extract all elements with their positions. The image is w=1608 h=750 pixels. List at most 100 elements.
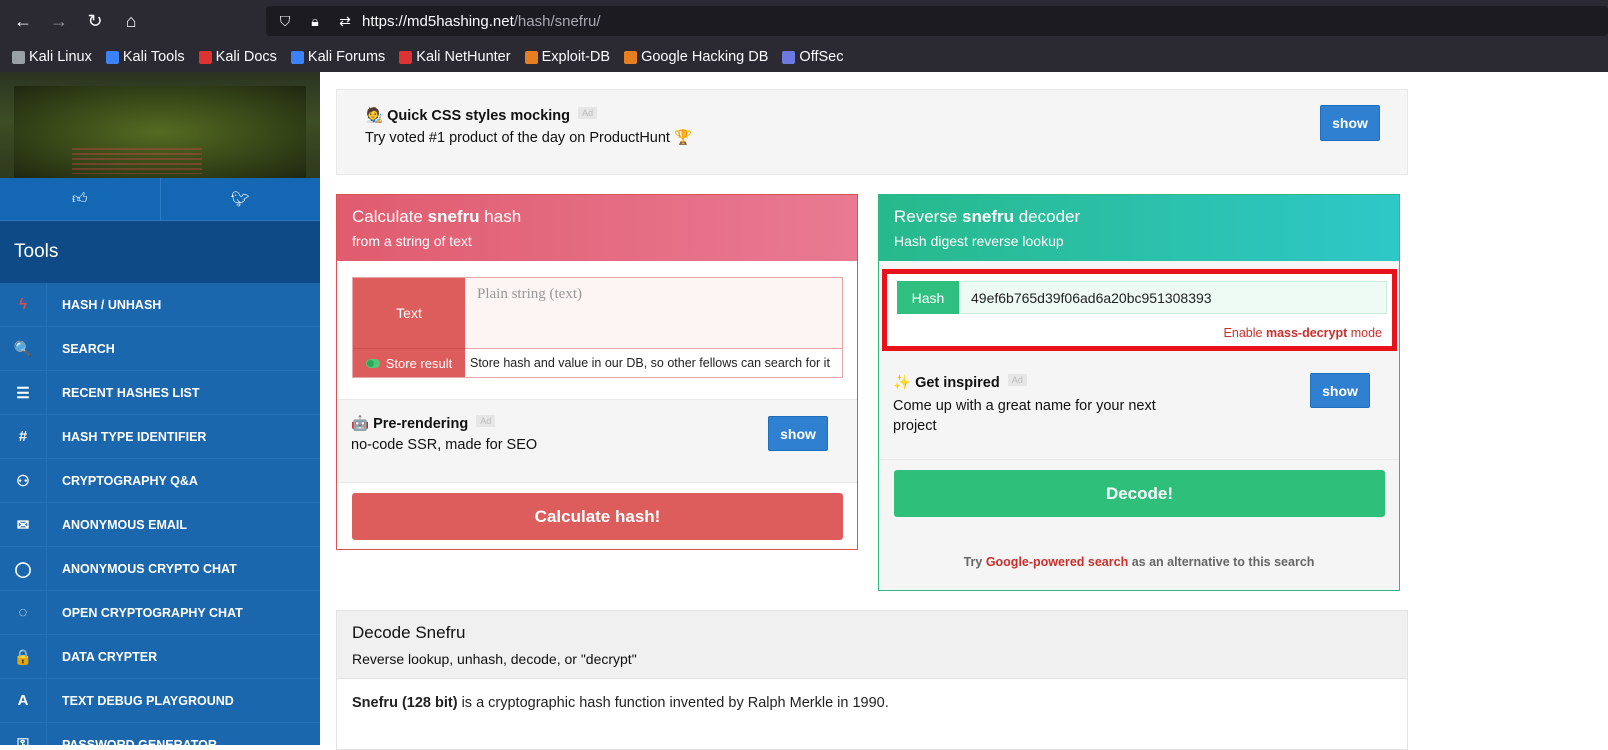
permissions-icon: ⇄ <box>339 12 351 29</box>
google-search-link[interactable]: Google-powered search <box>986 555 1128 569</box>
bookmark-favicon-icon <box>290 50 304 64</box>
sidebar-item-hash-unhash[interactable]: ϟ HASH / UNHASH <box>0 282 320 327</box>
hash-icon: # <box>0 414 47 459</box>
like-icon[interactable]: 👍︎ <box>0 178 161 220</box>
sidebar-item-label: ANONYMOUS EMAIL <box>62 517 187 532</box>
calculate-hash-card: Calculate snefru hash from a string of t… <box>336 194 858 550</box>
pre-rendering-ad-title: 🤖 Pre-rendering Ad <box>351 415 496 432</box>
top-ad-banner: 🧑‍🎨 Quick CSS styles mocking Ad Try vote… <box>336 89 1408 175</box>
sidebar-item-text-debug-playground[interactable]: A TEXT DEBUG PLAYGROUND <box>0 678 320 723</box>
sidebar-item-label: PASSWORD GENERATOR <box>62 737 217 746</box>
sidebar-item-label: CRYPTOGRAPHY Q&A <box>62 473 198 488</box>
ad-title-text: Quick CSS styles mocking <box>387 108 571 124</box>
qa-icon: ⚇ <box>0 458 47 503</box>
chat-bubbles-icon: ◌ <box>0 590 47 635</box>
ad-emoji: 🧑‍🎨 <box>365 108 384 124</box>
bookmark-kali-docs[interactable]: Kali Docs <box>198 49 277 65</box>
envelope-icon: ✉ <box>0 502 47 547</box>
bookmark-offsec[interactable]: OffSec <box>782 49 843 65</box>
bookmark-favicon-icon <box>624 50 638 64</box>
main-content: 🧑‍🎨 Quick CSS styles mocking Ad Try vote… <box>320 72 1608 750</box>
toggle-switch-icon[interactable] <box>365 358 380 368</box>
social-bar: 👍︎ 🐦︎ <box>0 178 320 221</box>
alternative-search-text: Try Google-powered search as an alternat… <box>963 555 1315 569</box>
sidebar-item-anonymous-crypto-chat[interactable]: ◯ ANONYMOUS CRYPTO CHAT <box>0 546 320 591</box>
get-inspired-ad-title: ✨ Get inspired Ad <box>893 374 1027 391</box>
twitter-icon[interactable]: 🐦︎ <box>161 178 321 220</box>
decode-info-section: Decode Snefru Reverse lookup, unhash, de… <box>336 610 1408 750</box>
bookmark-favicon-icon <box>105 50 119 64</box>
ad-title: 🧑‍🎨 Quick CSS styles mocking Ad <box>365 107 598 124</box>
lock-icon: 🔒︎ <box>311 12 319 29</box>
calculate-card-header: Calculate snefru hash from a string of t… <box>337 195 857 261</box>
text-input-group: Text Plain string (text) Store result St… <box>352 277 843 378</box>
forward-arrow-icon[interactable]: → <box>41 0 77 42</box>
decoder-card-title: Reverse snefru decoder <box>894 207 1081 226</box>
sidebar-item-label: DATA CRYPTER <box>62 649 158 664</box>
store-result-toggle[interactable]: Store result <box>353 348 465 377</box>
get-inspired-ad-text: Come up with a great name for your next … <box>893 398 1156 434</box>
plain-text-input[interactable]: Plain string (text) <box>465 278 842 348</box>
mass-decrypt-link[interactable]: Enable mass-decrypt mode <box>1224 326 1382 340</box>
sparkles-icon: ✨ <box>893 375 912 391</box>
bookmark-kali-tools[interactable]: Kali Tools <box>105 49 185 65</box>
sidebar-item-search[interactable]: 🔍 SEARCH <box>0 326 320 371</box>
sidebar-item-label: HASH TYPE IDENTIFIER <box>62 429 207 444</box>
decoder-card-subtitle: Hash digest reverse lookup <box>894 233 1064 249</box>
sidebar-item-anonymous-email[interactable]: ✉ ANONYMOUS EMAIL <box>0 502 320 547</box>
home-icon[interactable]: ⌂ <box>113 0 149 42</box>
pre-rendering-ad-text: no-code SSR, made for SEO <box>351 437 538 453</box>
reverse-decoder-card: Reverse snefru decoder Hash digest rever… <box>878 194 1400 591</box>
ad-badge: Ad <box>476 415 496 427</box>
hash-input-highlight: Hash 49ef6b765d39f06ad6a20bc951308393 En… <box>882 269 1397 351</box>
sidebar-item-open-cryptography-chat[interactable]: ◌ OPEN CRYPTOGRAPHY CHAT <box>0 590 320 635</box>
bookmark-favicon-icon <box>198 50 212 64</box>
sidebar-menu: ϟ HASH / UNHASH 🔍 SEARCH ☰ RECENT HASHES LIST… <box>0 282 320 746</box>
chat-bubble-icon: ◯ <box>0 546 47 591</box>
store-result-description: Store hash and value in our DB, so other… <box>465 348 842 377</box>
sidebar: 👍︎ 🐦︎ Tools ϟ HASH / UNHASH 🔍 SEARCH ☰ RECENT… <box>0 72 320 745</box>
bookmark-favicon-icon <box>12 50 25 64</box>
get-inspired-ad: ✨ Get inspired Ad Come up with a great n… <box>879 357 1399 460</box>
decode-info-title: Decode Snefru <box>352 623 466 642</box>
ad-badge: Ad <box>578 107 598 119</box>
pre-rendering-show-button[interactable]: show <box>768 416 828 451</box>
sidebar-item-label: SEARCH <box>62 341 115 356</box>
reload-icon[interactable]: ↻ <box>77 0 113 42</box>
sidebar-item-label: HASH / UNHASH <box>62 297 162 312</box>
ad-badge: Ad <box>1007 374 1027 386</box>
ad-show-button[interactable]: show <box>1320 105 1380 141</box>
sidebar-item-cryptography-q-a[interactable]: ⚇ CRYPTOGRAPHY Q&A <box>0 458 320 503</box>
font-icon: A <box>0 678 47 723</box>
decode-button[interactable]: Decode! <box>894 470 1385 517</box>
browser-toolbar: ← → ↻ ⌂ ⛉ 🔒︎ ⇄ https://md5hashing.net/ha… <box>0 0 1608 42</box>
store-result-label: Store result <box>385 355 453 371</box>
pre-rendering-ad: 🤖 Pre-rendering Ad no-code SSR, made for… <box>337 399 857 483</box>
get-inspired-show-button[interactable]: show <box>1310 373 1370 408</box>
url-path: /hash/snefru/ <box>513 12 601 30</box>
sidebar-item-label: OPEN CRYPTOGRAPHY CHAT <box>62 605 243 620</box>
bolt-icon: ϟ <box>0 282 47 327</box>
sidebar-banner-image <box>0 72 320 178</box>
bookmark-kali-linux[interactable]: Kali Linux <box>12 49 92 65</box>
sidebar-item-recent-hashes-list[interactable]: ☰ RECENT HASHES LIST <box>0 370 320 415</box>
key-icon: ⚿ <box>0 722 47 745</box>
url-host: https://md5hashing.net <box>362 12 514 30</box>
bookmark-kali-nethunter[interactable]: Kali NetHunter <box>399 49 511 65</box>
calculate-hash-button[interactable]: Calculate hash! <box>352 493 843 540</box>
bookmark-google-hacking-db[interactable]: Google Hacking DB <box>624 49 768 65</box>
bookmark-exploit-db[interactable]: Exploit-DB <box>524 49 610 65</box>
decode-info-header: Decode Snefru Reverse lookup, unhash, de… <box>337 611 1407 679</box>
hash-input[interactable]: 49ef6b765d39f06ad6a20bc951308393 <box>959 281 1387 314</box>
lock-icon: 🔒 <box>0 634 47 679</box>
tools-heading: Tools <box>0 221 320 283</box>
sidebar-item-data-crypter[interactable]: 🔒 DATA CRYPTER <box>0 634 320 679</box>
sidebar-item-password-generator[interactable]: ⚿ PASSWORD GENERATOR <box>0 722 320 746</box>
sidebar-item-hash-type-identifier[interactable]: # HASH TYPE IDENTIFIER <box>0 414 320 459</box>
bookmark-favicon-icon <box>399 50 413 64</box>
bookmark-kali-forums[interactable]: Kali Forums <box>290 49 385 65</box>
calculate-card-title: Calculate snefru hash <box>352 207 522 226</box>
url-bar[interactable]: ⛉ 🔒︎ ⇄ https://md5hashing.net/hash/snefr… <box>266 6 1608 36</box>
sidebar-item-label: RECENT HASHES LIST <box>62 385 200 400</box>
back-arrow-icon[interactable]: ← <box>5 0 41 42</box>
